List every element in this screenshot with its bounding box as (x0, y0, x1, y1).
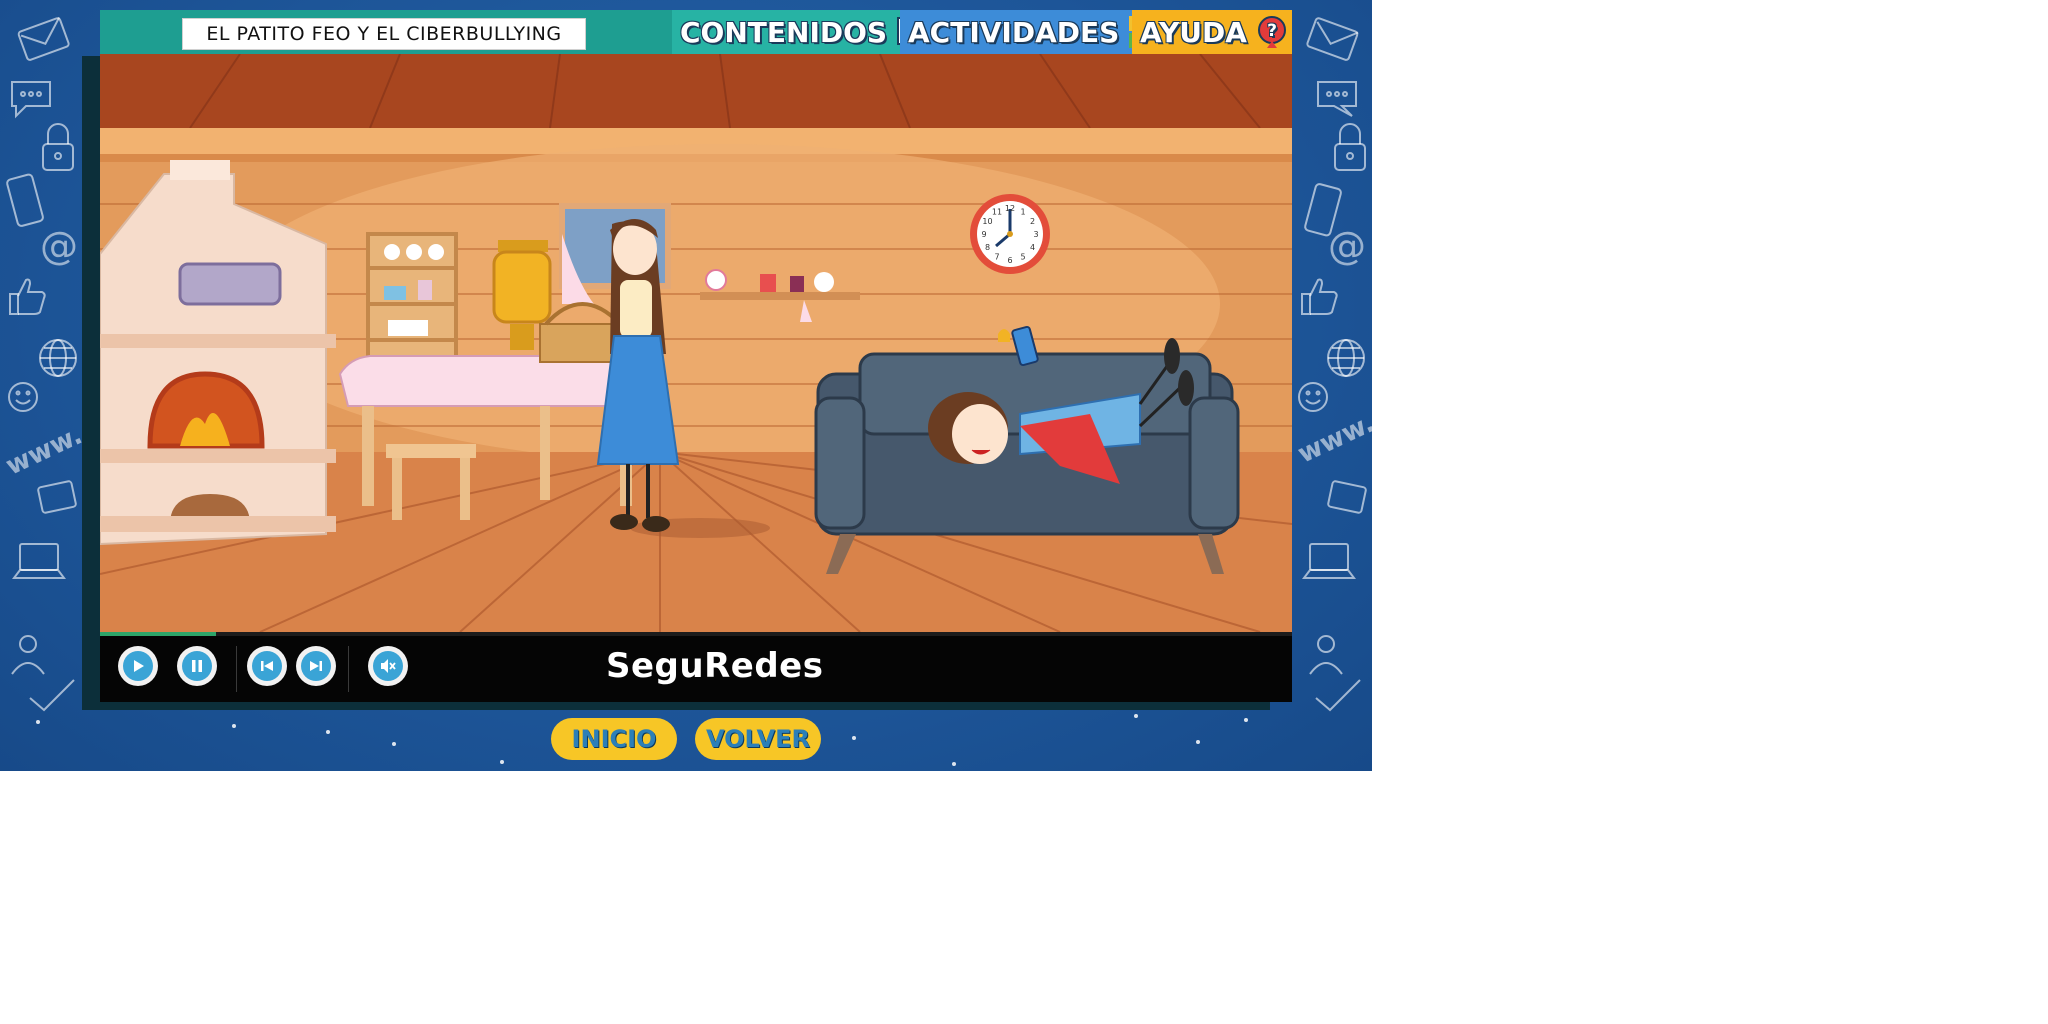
www-icon: www. (1293, 408, 1372, 470)
padlock-icon (42, 123, 74, 171)
clock-numeral: 12 (1005, 204, 1015, 213)
clock-numeral: 2 (1030, 217, 1035, 226)
next-icon (310, 661, 322, 671)
clock-numeral: 6 (1007, 256, 1012, 265)
clock-numeral: 10 (982, 217, 992, 226)
clock-numeral: 8 (985, 243, 990, 252)
shelf-unit (366, 232, 458, 360)
animation-scene[interactable]: 12 1 2 3 4 5 6 7 8 9 10 11 (100, 54, 1292, 632)
clock-numeral: 11 (992, 208, 1002, 217)
user-icon (11, 635, 45, 675)
thumbs-up-icon (1301, 278, 1338, 315)
globe-icon (1327, 339, 1365, 377)
clock-numeral: 5 (1020, 253, 1025, 262)
laptop-icon (1302, 543, 1356, 579)
tablet-icon (37, 480, 77, 514)
laptop-icon (12, 543, 66, 579)
background-stage: @ @ www. www. EL PATITO FEO Y EL CIBERBU… (0, 0, 1372, 771)
star (500, 760, 504, 764)
star (392, 742, 396, 746)
ceiling (100, 54, 1292, 128)
envelope-icon (1306, 17, 1359, 61)
separator (348, 646, 349, 692)
star (326, 730, 330, 734)
volver-button[interactable]: VOLVER (695, 718, 821, 760)
globe-icon (39, 339, 77, 377)
chat-bubble-icon (1317, 81, 1357, 117)
chat-bubble-icon (11, 81, 51, 119)
at-sign-icon: @ (1328, 224, 1366, 268)
top-bar: EL PATITO FEO Y EL CIBERBULLYING CONTENI… (100, 10, 1292, 54)
player-frame: EL PATITO FEO Y EL CIBERBULLYING CONTENI… (100, 10, 1292, 702)
next-button[interactable] (296, 646, 336, 686)
nav-contenidos[interactable]: CONTENIDOS (672, 10, 930, 54)
star (952, 762, 956, 766)
star (852, 736, 856, 740)
star (1196, 740, 1200, 744)
checkmark-icon (1315, 679, 1361, 712)
clock-numeral: 7 (994, 253, 999, 262)
clock-numeral: 3 (1033, 230, 1038, 239)
nav-ayuda-label: AYUDA (1140, 15, 1247, 49)
padlock-icon (1334, 123, 1366, 171)
thumbs-up-icon (9, 278, 46, 315)
envelope-icon (17, 16, 70, 61)
play-button[interactable] (118, 646, 158, 686)
brand-logo: SeguRedes (606, 646, 824, 686)
player-controls: SeguRedes (100, 636, 1292, 702)
nav-contenidos-label: CONTENIDOS (680, 15, 888, 49)
play-icon (134, 660, 144, 672)
nav-actividades[interactable]: ACTIVIDADES (900, 10, 1162, 54)
clock-numeral: 9 (981, 230, 986, 239)
previous-button[interactable] (247, 646, 287, 686)
pause-icon (192, 660, 202, 672)
separator (236, 646, 237, 692)
nav-ayuda[interactable]: AYUDA ? (1132, 10, 1292, 54)
story-title: EL PATITO FEO Y EL CIBERBULLYING (182, 18, 586, 50)
star (1244, 718, 1248, 722)
inicio-button[interactable]: INICIO (551, 718, 677, 760)
nav-actividades-label: ACTIVIDADES (908, 15, 1120, 49)
svg-text:?: ? (1267, 21, 1277, 41)
phone-icon (6, 173, 44, 227)
checkmark-icon (29, 679, 75, 712)
star (36, 720, 40, 724)
pause-button[interactable] (177, 646, 217, 686)
clock-numeral: 4 (1030, 243, 1035, 252)
star (1134, 714, 1138, 718)
previous-icon (261, 661, 273, 671)
smiley-icon (1298, 382, 1328, 412)
smiley-icon (8, 382, 38, 412)
clock-numeral: 1 (1020, 208, 1025, 217)
question-icon: ? (1255, 15, 1289, 49)
mute-button[interactable] (368, 646, 408, 686)
tablet-icon (1327, 480, 1367, 514)
user-icon (1309, 635, 1343, 675)
at-sign-icon: @ (40, 224, 78, 268)
mute-icon (381, 659, 396, 673)
star (232, 724, 236, 728)
www-icon: www. (1, 420, 87, 482)
